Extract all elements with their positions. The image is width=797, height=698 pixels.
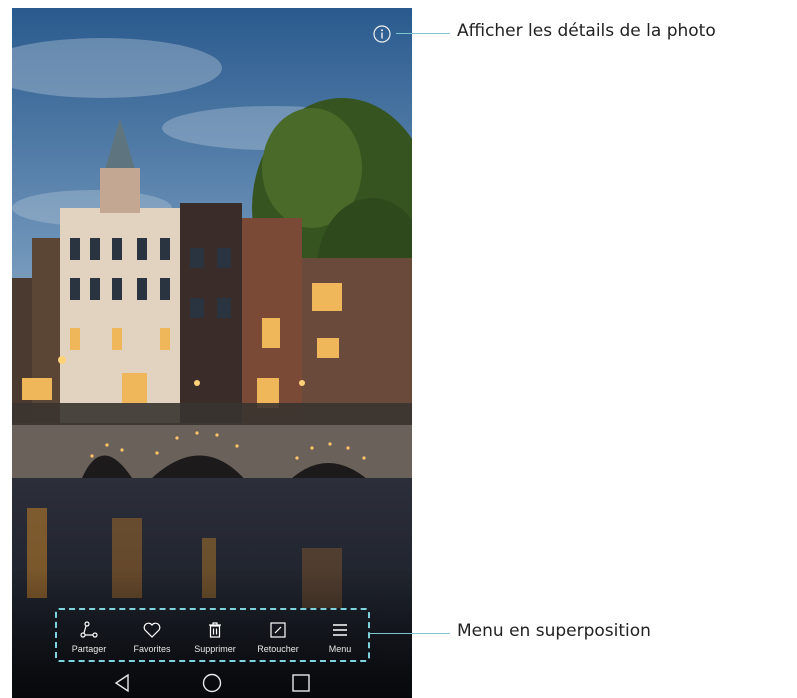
share-label: Partager	[71, 644, 107, 654]
navigation-bar	[12, 668, 412, 698]
delete-button[interactable]: Supprimer	[185, 610, 245, 660]
details-callout: Afficher les détails de la photo	[457, 21, 716, 41]
share-icon	[80, 621, 98, 638]
info-icon[interactable]	[373, 25, 391, 43]
photo[interactable]	[12, 8, 412, 698]
menu-callout: Menu en superposition	[457, 621, 651, 641]
phone-screen: Partager Favorites Supprimer Retoucher M…	[12, 8, 412, 698]
favorites-label: Favorites	[133, 644, 171, 654]
details-callout-line	[396, 33, 450, 34]
heart-icon	[143, 622, 161, 638]
home-icon[interactable]	[201, 672, 223, 694]
share-button[interactable]: Partager	[59, 610, 119, 660]
menu-callout-line	[370, 633, 450, 634]
delete-label: Supprimer	[194, 644, 236, 654]
recents-icon[interactable]	[290, 672, 312, 694]
menu-button[interactable]: Menu	[310, 610, 370, 660]
back-icon[interactable]	[112, 672, 134, 694]
page: Partager Favorites Supprimer Retoucher M…	[0, 0, 797, 698]
menu-icon	[333, 624, 347, 636]
edit-button[interactable]: Retoucher	[248, 610, 308, 660]
edit-icon	[270, 622, 286, 638]
overlay-menu: Partager Favorites Supprimer Retoucher M…	[55, 608, 370, 662]
menu-label: Menu	[328, 644, 352, 654]
favorites-button[interactable]: Favorites	[122, 610, 182, 660]
edit-label: Retoucher	[257, 644, 299, 654]
trash-icon	[209, 622, 221, 638]
